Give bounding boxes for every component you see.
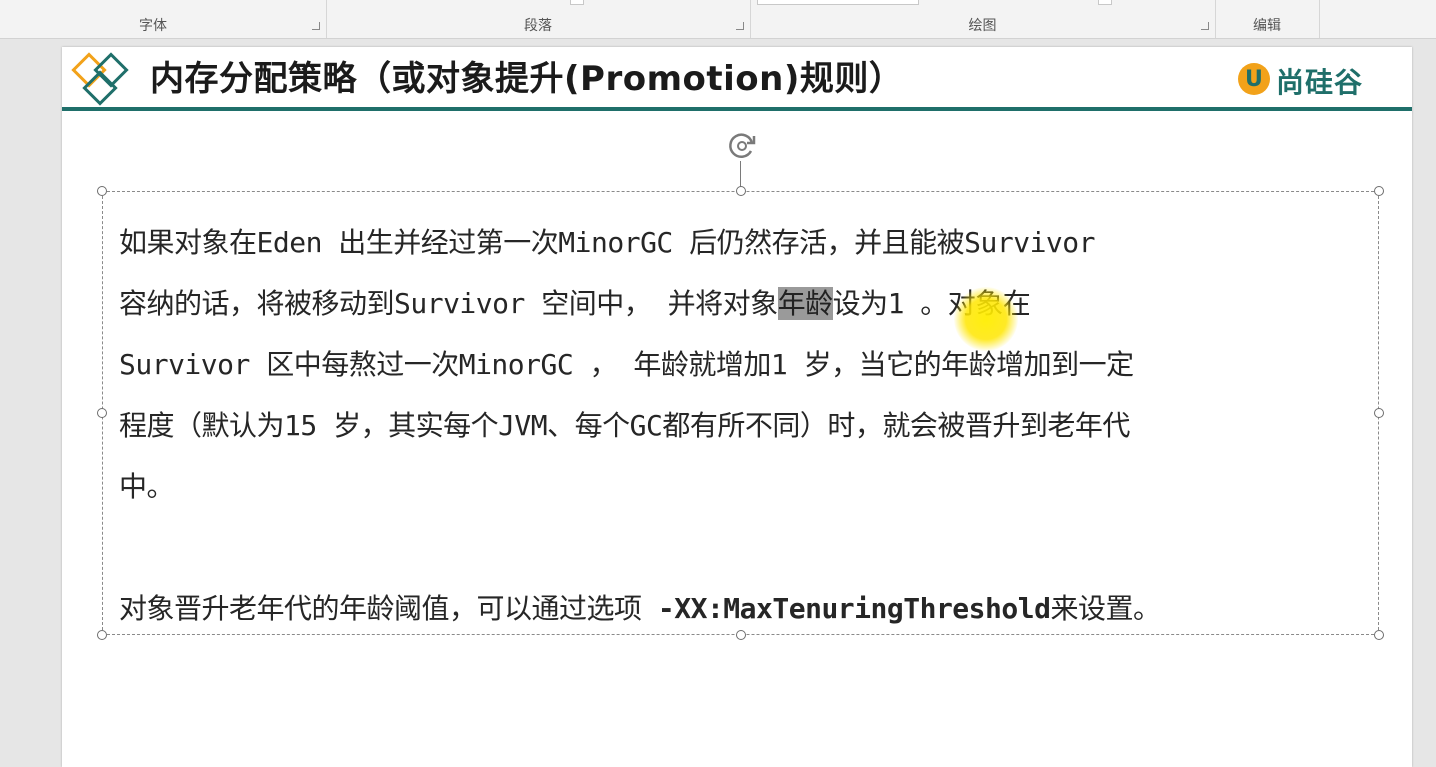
ribbon-group-editing: 编辑 — [1215, 0, 1320, 38]
paragraph-dialog-launcher-icon[interactable] — [735, 21, 744, 30]
ribbon-group-drawing: 绘图 — [750, 0, 1216, 38]
resize-handle-bottom[interactable] — [736, 630, 746, 640]
selected-text-box[interactable]: 如果对象在Eden 出生并经过第一次MinorGC 后仍然存活，并且能被Surv… — [97, 186, 1384, 640]
font-dialog-launcher-icon[interactable] — [311, 21, 320, 30]
diamond-logo-icon — [71, 52, 129, 106]
ribbon-group-paragraph-label: 段落 — [524, 18, 552, 34]
paragraph1-line2: 容纳的话，将被移动到Survivor 空间中， 并将对象年龄设为1 。对象在 — [119, 273, 1369, 334]
slide-title: 内存分配策略（或对象提升(Promotion)规则） — [150, 59, 904, 99]
ribbon-group-editing-label: 编辑 — [1253, 18, 1281, 34]
resize-handle-top-left[interactable] — [97, 186, 107, 196]
line2-text-before: 容纳的话，将被移动到Survivor 空间中， 并将对象 — [119, 287, 778, 320]
jvm-option-code: -XX:MaxTenuringThreshold — [657, 592, 1051, 625]
text-box-content[interactable]: 如果对象在Eden 出生并经过第一次MinorGC 后仍然存活，并且能被Surv… — [119, 212, 1369, 639]
paragraph2-text-after: 来设置。 — [1050, 592, 1161, 625]
brand-logo-icon: U — [1238, 63, 1270, 95]
slide-canvas[interactable]: 内存分配策略（或对象提升(Promotion)规则） U 尚硅谷 如果对象在Ed… — [62, 47, 1412, 767]
paragraph2: 对象晋升老年代的年龄阈值，可以通过选项 -XX:MaxTenuringThres… — [119, 578, 1369, 639]
resize-handle-top-right[interactable] — [1374, 186, 1384, 196]
paragraph1-line3: Survivor 区中每熬过一次MinorGC ， 年龄就增加1 岁，当它的年龄… — [119, 348, 1134, 381]
ribbon-group-font-label: 字体 — [139, 18, 167, 34]
resize-handle-right[interactable] — [1374, 408, 1384, 418]
header-divider — [62, 107, 1412, 111]
ribbon-group-bar: 字体 段落 绘图 编辑 — [0, 0, 1436, 39]
paragraph2-text-before: 对象晋升老年代的年龄阈值，可以通过选项 — [119, 592, 658, 625]
resize-handle-left[interactable] — [97, 408, 107, 418]
ribbon-group-paragraph: 段落 — [326, 0, 751, 38]
resize-handle-bottom-left[interactable] — [97, 630, 107, 640]
rotate-handle-icon[interactable] — [725, 129, 759, 163]
paragraph1-line1: 如果对象在Eden 出生并经过第一次MinorGC 后仍然存活，并且能被Surv… — [119, 226, 1096, 259]
brand-logo-text: 尚硅谷 — [1276, 66, 1364, 99]
drawing-dialog-launcher-icon[interactable] — [1200, 21, 1209, 30]
resize-handle-bottom-right[interactable] — [1374, 630, 1384, 640]
resize-handle-top[interactable] — [736, 186, 746, 196]
paragraph1-line4: 程度（默认为15 岁，其实每个JVM、每个GC都有所不同）时，就会被晋升到老年代 — [119, 409, 1130, 442]
line2-text-after: 设为1 。对象在 — [832, 287, 1031, 320]
paragraph1-line5: 中。 — [119, 470, 175, 503]
ribbon-group-font: 字体 — [0, 0, 327, 38]
ribbon-group-drawing-label: 绘图 — [968, 18, 997, 34]
selected-text-highlight: 年龄 — [777, 287, 833, 320]
